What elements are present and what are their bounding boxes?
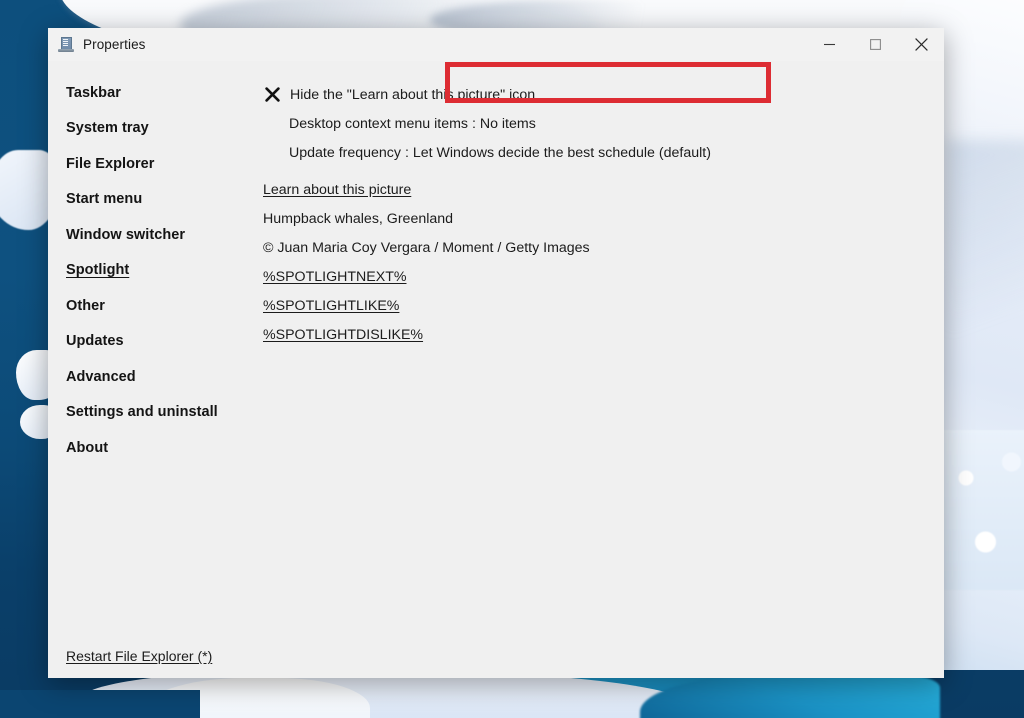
sidebar-item-file-explorer[interactable]: File Explorer (48, 146, 248, 182)
sidebar-item-label: Advanced (66, 369, 136, 385)
hide-learn-about-picture-checkbox-row[interactable]: Hide the "Learn about this picture" icon (248, 80, 944, 109)
sidebar-item-about[interactable]: About (48, 430, 248, 466)
properties-window: Properties (48, 28, 944, 678)
minimize-button[interactable] (806, 28, 852, 61)
desktop-background: Properties (0, 0, 1024, 718)
sidebar-item-window-switcher[interactable]: Window switcher (48, 217, 248, 253)
learn-about-this-picture-row[interactable]: Learn about this picture (248, 175, 944, 204)
learn-about-this-picture-link[interactable]: Learn about this picture (263, 182, 411, 198)
wallpaper-ice-rubble (940, 430, 1024, 590)
sidebar-navigation: Taskbar System tray File Explorer Start … (48, 61, 248, 678)
desktop-context-menu-items-label: Desktop context menu items : No items (289, 116, 536, 132)
spotlight-dislike-row[interactable]: %SPOTLIGHTDISLIKE% (248, 320, 944, 349)
wallpaper-iceberg-shadow (946, 140, 1024, 380)
sidebar-item-label: System tray (66, 120, 149, 136)
sidebar-item-other[interactable]: Other (48, 288, 248, 324)
spotlight-like-row[interactable]: %SPOTLIGHTLIKE% (248, 291, 944, 320)
picture-info-block: Learn about this picture Humpback whales… (248, 175, 944, 349)
checkbox-label: Hide the "Learn about this picture" icon (290, 87, 535, 103)
update-frequency-label: Update frequency : Let Windows decide th… (289, 145, 711, 161)
sidebar-item-label: About (66, 440, 108, 456)
sidebar-item-label: Start menu (66, 191, 142, 207)
checkbox-x-icon[interactable] (264, 86, 281, 103)
picture-title-text: Humpback whales, Greenland (263, 211, 453, 227)
maximize-button[interactable] (852, 28, 898, 61)
picture-credit-text: © Juan Maria Coy Vergara / Moment / Gett… (263, 240, 590, 256)
picture-title-row: Humpback whales, Greenland (248, 204, 944, 233)
settings-content-panel: Hide the "Learn about this picture" icon… (248, 61, 944, 678)
desktop-context-menu-items-row[interactable]: Desktop context menu items : No items (248, 109, 944, 138)
picture-credit-row: © Juan Maria Coy Vergara / Moment / Gett… (248, 233, 944, 262)
close-button[interactable] (898, 28, 944, 61)
window-body: Taskbar System tray File Explorer Start … (48, 61, 944, 678)
title-bar-left: Properties (48, 28, 806, 61)
sidebar-item-start-menu[interactable]: Start menu (48, 182, 248, 218)
sidebar-item-updates[interactable]: Updates (48, 324, 248, 360)
spotlight-dislike-link[interactable]: %SPOTLIGHTDISLIKE% (263, 327, 423, 343)
properties-icon (58, 37, 74, 53)
window-title: Properties (83, 38, 146, 52)
sidebar-item-label: File Explorer (66, 156, 155, 172)
window-title-bar: Properties (48, 28, 944, 61)
sidebar-item-label: Other (66, 298, 105, 314)
sidebar-item-label: Spotlight (66, 262, 129, 278)
sidebar-item-label: Settings and uninstall (66, 404, 218, 420)
spotlight-next-link[interactable]: %SPOTLIGHTNEXT% (263, 269, 406, 285)
spotlight-like-link[interactable]: %SPOTLIGHTLIKE% (263, 298, 399, 314)
footer: Restart File Explorer (*) (66, 648, 212, 664)
sidebar-item-settings-and-uninstall[interactable]: Settings and uninstall (48, 395, 248, 431)
sidebar-item-label: Taskbar (66, 85, 121, 101)
sidebar-item-spotlight[interactable]: Spotlight (48, 253, 248, 289)
spotlight-next-row[interactable]: %SPOTLIGHTNEXT% (248, 262, 944, 291)
sidebar-item-advanced[interactable]: Advanced (48, 359, 248, 395)
sidebar-item-taskbar[interactable]: Taskbar (48, 75, 248, 111)
sidebar-item-label: Updates (66, 333, 124, 349)
wallpaper-bottom-dark-water (0, 690, 200, 718)
update-frequency-row[interactable]: Update frequency : Let Windows decide th… (248, 138, 944, 167)
restart-file-explorer-link[interactable]: Restart File Explorer (*) (66, 648, 212, 664)
sidebar-item-system-tray[interactable]: System tray (48, 111, 248, 147)
sidebar-item-label: Window switcher (66, 227, 185, 243)
